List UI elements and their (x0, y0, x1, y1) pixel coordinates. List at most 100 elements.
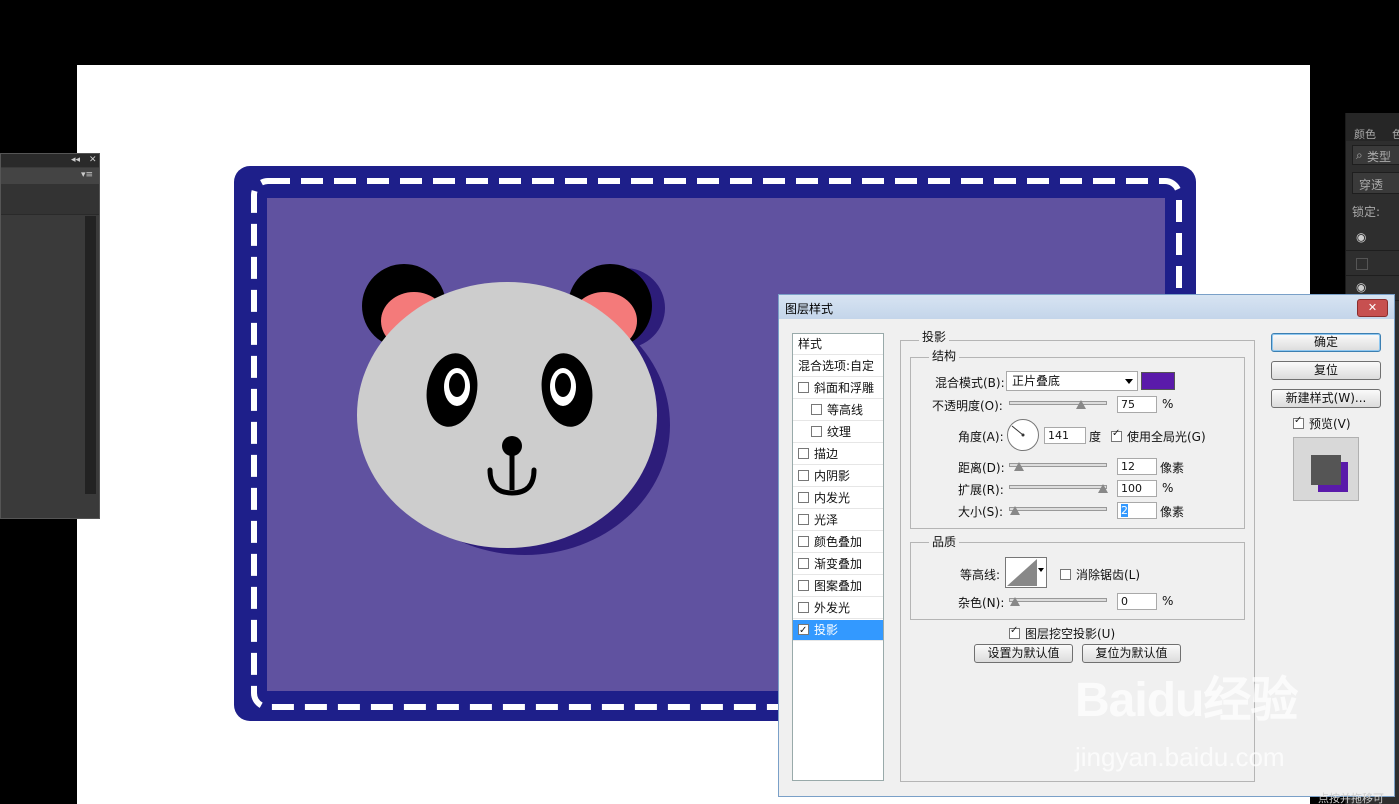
close-button[interactable]: ✕ (1357, 299, 1388, 317)
collapse-icon[interactable]: ◂◂ (71, 155, 80, 165)
spread-input[interactable]: 100 (1117, 480, 1157, 497)
opacity-input[interactable]: 75 (1117, 396, 1157, 413)
style-item-label: 投影 (814, 623, 839, 637)
antialias-checkbox[interactable]: 消除锯齿(L) (1060, 566, 1140, 583)
checkbox-icon[interactable] (811, 404, 822, 415)
blend-mode-label: 混合模式(B): (935, 376, 1005, 390)
watermark-url: jingyan.baidu.com (1075, 742, 1285, 772)
size-input[interactable]: 2 (1117, 502, 1157, 519)
blend-options-label: 混合选项:自定 (798, 359, 875, 373)
style-item[interactable]: 外发光 (793, 598, 883, 619)
shadow-color-swatch[interactable] (1141, 372, 1175, 390)
global-light-label: 使用全局光(G) (1127, 430, 1206, 444)
blend-mode-select[interactable]: 穿透 (1352, 172, 1399, 194)
search-icon: ⌕ (1356, 148, 1363, 162)
spread-slider[interactable] (1009, 484, 1108, 493)
checkbox-icon[interactable] (798, 448, 809, 459)
style-item[interactable]: 光泽 (793, 510, 883, 531)
panel-toolbar (1, 184, 99, 215)
checkbox-icon[interactable] (798, 621, 809, 641)
style-list: 样式 混合选项:自定 斜面和浮雕等高线 纹理描边内阴影 内发光 光泽 颜色叠加 渐变叠加图… (792, 333, 884, 781)
checkbox-icon[interactable] (798, 492, 809, 503)
distance-label: 距离(D): (958, 461, 1005, 475)
dialog-titlebar[interactable]: 图层样式 ✕ (779, 295, 1394, 319)
panel-scrollbar[interactable] (85, 216, 96, 494)
checkbox-icon (1009, 625, 1020, 639)
style-item[interactable]: 颜色叠加 (793, 532, 883, 553)
checkbox-icon[interactable] (798, 514, 809, 525)
knockout-checkbox[interactable]: 图层挖空投影(U) (1009, 625, 1115, 642)
make-default-button[interactable]: 设置为默认值 (974, 644, 1073, 663)
angle-dial[interactable] (1007, 419, 1039, 451)
antialias-label: 消除锯齿(L) (1076, 568, 1141, 582)
style-preview (1293, 437, 1359, 501)
opacity-label: 不透明度(O): (932, 399, 1003, 413)
style-item[interactable]: 纹理 (793, 422, 883, 443)
ok-button[interactable]: 确定 (1271, 333, 1381, 352)
checkbox-icon (1293, 415, 1304, 429)
opacity-slider-thumb[interactable] (1076, 400, 1086, 409)
style-item[interactable]: 内发光 (793, 488, 883, 509)
spread-slider-thumb[interactable] (1098, 484, 1108, 493)
checkbox-icon[interactable] (798, 536, 809, 547)
styles-header[interactable]: 样式 (793, 334, 883, 355)
panel-tabs: ▾≡ (1, 168, 99, 184)
close-icon: ✕ (1367, 301, 1378, 314)
angle-unit: 度 (1089, 430, 1102, 444)
style-item[interactable]: 斜面和浮雕 (793, 378, 883, 399)
preview-checkbox[interactable]: 预览(V) (1293, 415, 1351, 432)
style-item[interactable]: 渐变叠加 (793, 554, 883, 575)
panel-header: ◂◂ ✕ (1, 154, 99, 167)
checkbox-icon[interactable] (798, 382, 809, 393)
style-item-label: 图案叠加 (814, 579, 863, 593)
distance-slider-thumb[interactable] (1013, 462, 1024, 471)
panel-menu-icon[interactable]: ▾≡ (81, 170, 93, 180)
watermark-brand: Baidu经验 (1075, 674, 1298, 727)
tab-swatches[interactable]: 色 (1392, 126, 1399, 142)
size-slider[interactable] (1009, 506, 1107, 515)
noise-input[interactable]: 0 (1117, 593, 1157, 610)
dialog-title: 图层样式 (785, 302, 834, 316)
eye-icon[interactable]: ◉ (1356, 280, 1366, 294)
checkbox-icon[interactable] (798, 558, 809, 569)
tab-color[interactable]: 颜色 (1354, 126, 1376, 142)
layer-row[interactable] (1346, 251, 1399, 276)
reset-button[interactable]: 复位 (1271, 361, 1381, 380)
noise-slider[interactable] (1009, 597, 1107, 606)
close-icon[interactable]: ✕ (89, 155, 97, 165)
noise-label: 杂色(N): (958, 596, 1005, 610)
checkbox-icon[interactable] (798, 470, 809, 481)
angle-dial-needle (1011, 425, 1025, 437)
style-item[interactable]: 描边 (793, 444, 883, 465)
blend-options-item[interactable]: 混合选项:自定 (793, 356, 883, 377)
checkbox-icon[interactable] (798, 580, 809, 591)
checkbox-icon[interactable] (798, 602, 809, 613)
distance-input[interactable]: 12 (1117, 458, 1157, 475)
distance-slider[interactable] (1009, 462, 1107, 471)
opacity-slider[interactable] (1009, 400, 1107, 409)
checkbox-icon[interactable] (811, 426, 822, 437)
quality-title: 品质 (929, 533, 960, 550)
noise-slider-thumb[interactable] (1010, 597, 1020, 606)
style-item-label: 描边 (814, 447, 839, 461)
distance-unit: 像素 (1160, 461, 1185, 475)
style-item[interactable]: 等高线 (793, 400, 883, 421)
layer-filter[interactable]: ⌕ 类型 (1352, 145, 1399, 165)
eye-icon[interactable]: ◉ (1356, 230, 1366, 244)
contour-picker[interactable] (1005, 557, 1047, 588)
new-style-button[interactable]: 新建样式(W)... (1271, 389, 1381, 408)
blend-mode-select[interactable]: 正片叠底 (1006, 371, 1138, 391)
size-slider-thumb[interactable] (1010, 506, 1020, 515)
size-input-value: 2 (1121, 504, 1128, 517)
global-light-checkbox[interactable]: 使用全局光(G) (1111, 428, 1206, 445)
style-item[interactable]: 投影 (793, 620, 883, 641)
angle-input[interactable]: 141 (1044, 427, 1086, 444)
contour-preview-icon (1007, 559, 1037, 586)
checkbox-icon (1060, 569, 1071, 580)
style-item-label: 斜面和浮雕 (814, 381, 875, 395)
layer-row[interactable]: ◉ (1346, 226, 1399, 251)
chevron-down-icon (1125, 379, 1133, 384)
visibility-box[interactable] (1356, 258, 1368, 270)
style-item[interactable]: 内阴影 (793, 466, 883, 487)
style-item[interactable]: 图案叠加 (793, 576, 883, 597)
